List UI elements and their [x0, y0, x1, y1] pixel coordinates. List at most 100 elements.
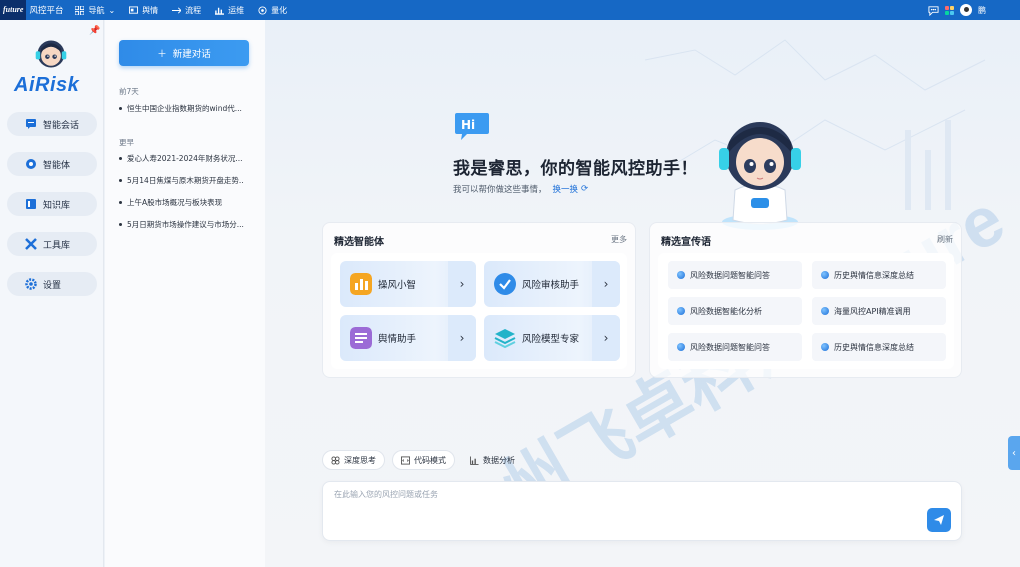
nav-item-process[interactable]: 流程	[172, 5, 201, 16]
menu-label: 智能体	[43, 160, 71, 171]
slogan-item[interactable]: 海量风控API精准调用	[812, 297, 946, 325]
slogan-item[interactable]: 风险数据智能化分析	[668, 297, 802, 325]
chevron-down-icon: ⌄	[108, 5, 116, 15]
new-chat-button[interactable]: ＋ 新建对话	[119, 40, 249, 66]
history-item[interactable]: 爱心人寿2021-2024年财务状况...	[119, 153, 259, 164]
history-item[interactable]: 上午A股市场概况与板块表现	[119, 197, 259, 208]
menu-label: 智能会话	[43, 120, 80, 131]
send-button[interactable]	[927, 508, 951, 532]
data-analysis-toggle[interactable]: 数据分析	[461, 450, 524, 470]
user-name[interactable]: 鹏	[978, 5, 986, 16]
bullet-icon	[677, 343, 685, 351]
data-icon	[470, 455, 479, 465]
user-avatar[interactable]	[960, 4, 972, 16]
agent-label: 风险审核助手	[522, 280, 580, 291]
quant-icon	[258, 5, 267, 15]
more-link[interactable]: 更多	[611, 234, 627, 245]
slogan-label: 历史舆情信息深度总结	[834, 342, 914, 352]
chat-input-box	[322, 481, 962, 541]
chat-icon	[26, 119, 36, 129]
apps-icon[interactable]	[945, 5, 954, 15]
slogan-item[interactable]: 风险数据问题智能问答	[668, 261, 802, 289]
code-mode-toggle[interactable]: 代码模式	[392, 450, 455, 470]
refresh-link[interactable]: 刷新	[937, 234, 953, 245]
pin-icon[interactable]: 📌	[89, 26, 100, 36]
menu-label: 设置	[43, 280, 62, 291]
layers-icon	[494, 329, 516, 349]
nav-menu-button[interactable]: 导航 ⌄	[75, 5, 115, 16]
gear-icon	[25, 278, 37, 290]
deep-think-toggle[interactable]: 深度思考	[322, 450, 385, 470]
book-icon	[26, 199, 36, 209]
chevron-right-icon: ›	[592, 261, 620, 307]
mascot-logo	[35, 40, 67, 68]
shield-check-icon	[494, 273, 516, 295]
slogan-label: 风险数据问题智能问答	[690, 270, 770, 280]
slogan-item[interactable]: 风险数据问题智能问答	[668, 333, 802, 361]
logo-text: AiRisk	[14, 74, 80, 96]
agent-icon	[26, 159, 36, 169]
mode-label: 深度思考	[344, 455, 376, 465]
chevron-left-icon: ‹	[1012, 447, 1016, 459]
brand-logo: future	[0, 0, 27, 20]
swap-button[interactable]: 换一换 ⟳	[553, 183, 589, 195]
menu-settings[interactable]: 设置	[7, 272, 97, 296]
nav-menu-label: 导航	[88, 5, 105, 15]
bar-chart-icon	[350, 273, 372, 295]
agent-card[interactable]: 风险审核助手 ›	[484, 261, 620, 307]
chat-bubble-icon[interactable]	[928, 5, 939, 16]
send-icon	[934, 515, 944, 525]
history-item[interactable]: 5月14日焦煤与原木期货开盘走势..	[119, 175, 259, 186]
featured-slogans-card: 精选宣传语 刷新 风险数据问题智能问答 历史舆情信息深度总结 风险数据智能化分析…	[649, 222, 962, 378]
featured-agents-card: 精选智能体 更多 操风小智 › 风险审核助手 › 舆情助手 › 风险模型专家 ›	[322, 222, 636, 378]
chart-icon	[215, 7, 225, 15]
agent-label: 风险模型专家	[522, 334, 580, 345]
menu-label: 工具库	[43, 240, 71, 251]
greeting-title: 我是睿思，你的智能风控助手！	[453, 159, 698, 179]
nav-item-ops[interactable]: 运维	[215, 5, 244, 16]
bullet-icon	[821, 307, 829, 315]
greeting-subtitle-text: 我可以帮你做这些事情，	[453, 185, 547, 195]
history-group-label: 更早	[119, 138, 134, 147]
chevron-right-icon: ›	[448, 261, 476, 307]
bullet-icon	[821, 271, 829, 279]
history-item[interactable]: 5月日期货市场操作建议与市场分...	[119, 219, 259, 230]
side-panel-toggle[interactable]: ‹	[1008, 436, 1020, 470]
agent-card[interactable]: 操风小智 ›	[340, 261, 476, 307]
document-icon	[350, 327, 372, 349]
agent-card[interactable]: 风险模型专家 ›	[484, 315, 620, 361]
menu-agents[interactable]: 智能体	[7, 152, 97, 176]
menu-smart-chat[interactable]: 智能会话	[7, 112, 97, 136]
menu-knowledge-base[interactable]: 知识库	[7, 192, 97, 216]
agent-label: 操风小智	[378, 280, 417, 291]
menu-toolbox[interactable]: 工具库	[7, 232, 97, 256]
slogan-item[interactable]: 历史舆情信息深度总结	[812, 261, 946, 289]
history-group-label: 前7天	[119, 87, 139, 96]
app-name: 风控平台	[29, 6, 64, 16]
nav-item-label: 流程	[185, 5, 202, 15]
bullet-icon	[821, 343, 829, 351]
chevron-right-icon: ›	[448, 315, 476, 361]
monitor-icon	[129, 5, 139, 14]
background-decoration	[644, 39, 986, 210]
agent-card[interactable]: 舆情助手 ›	[340, 315, 476, 361]
think-icon	[331, 455, 340, 465]
flow-icon	[172, 6, 182, 14]
code-icon	[401, 455, 410, 465]
grid-icon	[75, 5, 85, 15]
tools-icon	[25, 238, 37, 250]
brand[interactable]: future 风控平台	[0, 0, 63, 20]
card-title: 精选智能体	[334, 237, 384, 248]
slogan-item[interactable]: 历史舆情信息深度总结	[812, 333, 946, 361]
top-bar: future 风控平台 导航 ⌄ 舆情 流程 运维 量化 鹏	[0, 0, 1020, 20]
history-item[interactable]: 恒生中国企业指数期货的wind代...	[119, 103, 259, 114]
nav-item-sentiment[interactable]: 舆情	[129, 5, 158, 16]
nav-item-quant[interactable]: 量化	[258, 5, 287, 16]
bullet-icon	[677, 271, 685, 279]
chat-input[interactable]	[334, 490, 914, 499]
slogan-label: 风险数据智能化分析	[690, 306, 762, 316]
mode-label: 代码模式	[414, 455, 446, 465]
chevron-right-icon: ›	[592, 315, 620, 361]
slogan-label: 历史舆情信息深度总结	[834, 270, 914, 280]
mode-label: 数据分析	[483, 455, 515, 465]
